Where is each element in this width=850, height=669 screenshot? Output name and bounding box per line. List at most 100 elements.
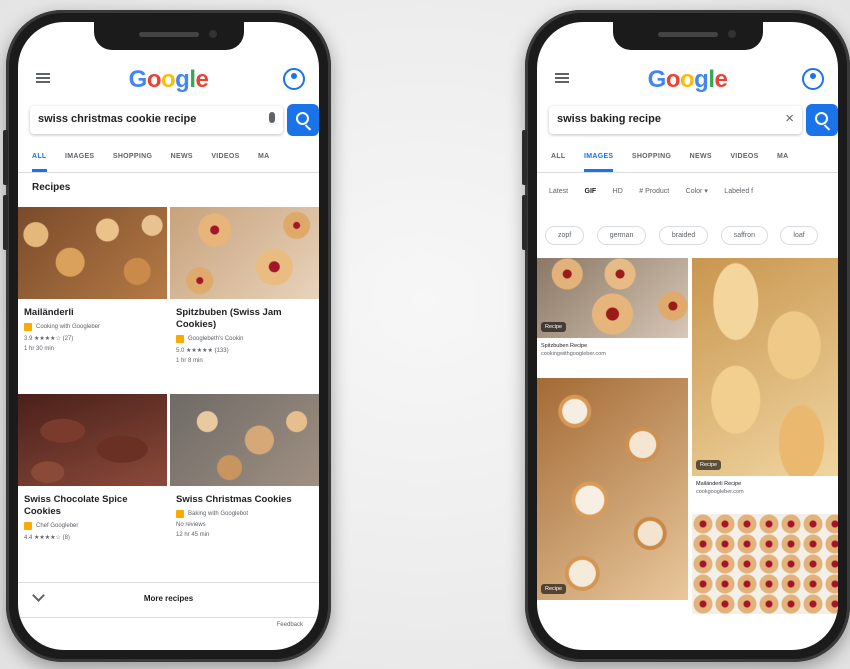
tool-gif[interactable]: GIF [585,179,597,195]
image-result[interactable] [692,514,838,614]
recipe-card[interactable]: Mailänderli Cooking with Googleber 3.9 ★… [18,207,167,356]
recipe-source: Baking with Googlebot [176,510,313,518]
caption-title: Mailänderli Recipe [696,481,742,487]
tab-shopping[interactable]: SHOPPING [113,144,152,172]
recipe-image [170,394,319,486]
source-favicon-icon [24,522,32,530]
tab-images[interactable]: IMAGES [583,144,614,172]
recipe-source: Chef Googleber [24,522,161,530]
tab-maps[interactable]: MA [777,144,789,172]
logo-letter: o [160,66,176,93]
recipe-title: Swiss Chocolate Spice Cookies [24,494,128,517]
tab-all[interactable]: ALL [32,144,47,172]
image-caption: Spitzbuben Recipe cookingwithgoogleber.c… [541,342,606,358]
search-button[interactable] [806,104,838,136]
logo-letter: e [714,66,728,93]
source-favicon-icon [176,335,184,343]
image-result[interactable]: Recipe [537,258,688,338]
recipe-source-label: Cooking with Googleber [36,324,101,330]
logo-letter: o [679,66,695,93]
chip-german[interactable]: german [596,226,647,245]
recipe-badge: Recipe [696,460,722,470]
volume-button [522,195,527,250]
recipe-source-label: Googlebeth's Cookin [188,336,244,342]
recipe-time: 1 hr 30 min [24,346,55,352]
image-result[interactable]: Recipe [692,258,838,476]
volume-button [3,195,8,250]
caption-title: Spitzbuben Recipe [541,343,588,349]
tool-product[interactable]: # Product [639,179,669,195]
recipe-image [18,207,167,299]
search-tabs: ALL IMAGES SHOPPING NEWS VIDEOS MA [18,144,319,173]
notch [612,22,763,50]
recipe-title: Mailänderli [24,307,74,318]
tool-labeled[interactable]: Labeled f [724,179,753,195]
clear-icon[interactable]: × [785,110,794,127]
tab-images[interactable]: IMAGES [65,144,94,172]
more-recipes-button[interactable]: More recipes [18,582,319,618]
account-avatar-icon[interactable] [283,68,305,90]
tab-shopping[interactable]: SHOPPING [632,144,671,172]
logo-letter: e [195,66,209,93]
search-tabs: ALL IMAGES SHOPPING NEWS VIDEOS MA [537,144,838,173]
feedback-link[interactable]: Feedback [277,622,303,628]
recipe-time: 12 hr 45 min [176,532,210,538]
recipe-badge: Recipe [541,584,567,594]
recipe-card[interactable]: Swiss Chocolate Spice Cookies Chef Googl… [18,394,167,545]
recipe-badge: Recipe [541,322,567,332]
volume-button [3,130,8,185]
right-phone-frame: Google swiss baking recipe × ALL IMAGES … [522,10,850,662]
more-recipes-label: More recipes [143,594,194,603]
recipe-source-label: Chef Googleber [36,523,79,529]
search-query: swiss baking recipe [557,113,661,125]
recipe-rating: No reviews [176,522,206,528]
search-input[interactable]: swiss christmas cookie recipe [30,106,283,134]
tool-color[interactable]: Color ▾ [686,178,708,195]
tab-news[interactable]: NEWS [171,144,193,172]
recipe-rating: 4.4 ★★★★☆ (8) [24,535,70,541]
recipe-image [18,394,167,486]
image-result[interactable]: Recipe [537,378,688,600]
recipe-image [170,207,319,299]
logo-letter: g [694,66,709,93]
search-query: swiss christmas cookie recipe [38,113,197,125]
top-bar: Google [537,60,838,100]
recipe-source: Cooking with Googleber [24,323,161,331]
logo-letter: g [175,66,190,93]
image-tools-bar: Latest GIF HD # Product Color ▾ Labeled … [537,178,838,204]
left-phone-frame: Google swiss christmas cookie recipe ALL… [3,10,331,662]
recipe-time: 1 hr 8 min [176,358,203,364]
recipe-source-label: Baking with Googlebot [188,511,249,517]
recipe-card[interactable]: Spitzbuben (Swiss Jam Cookies) Googlebet… [170,207,319,368]
source-favicon-icon [176,510,184,518]
tool-hd[interactable]: HD [613,179,623,195]
google-logo[interactable]: Google [18,66,319,94]
chip-zopf[interactable]: zopf [545,226,585,245]
microphone-icon[interactable] [269,112,275,123]
tab-all[interactable]: ALL [551,144,566,172]
tab-videos[interactable]: VIDEOS [730,144,758,172]
recipe-rating: 5.0 ★★★★★ (133) [176,348,229,354]
tab-videos[interactable]: VIDEOS [211,144,239,172]
left-screen: Google swiss christmas cookie recipe ALL… [18,22,319,650]
chip-braided[interactable]: braided [658,226,709,245]
notch [93,22,244,50]
tab-news[interactable]: NEWS [690,144,712,172]
search-row: swiss baking recipe × [549,104,838,136]
logo-letter: G [647,66,667,93]
volume-button [522,130,527,185]
recipe-source: Googlebeth's Cookin [176,335,313,343]
logo-letter: o [146,66,162,93]
recipe-rating: 3.9 ★★★★☆ (27) [24,336,74,342]
tab-maps[interactable]: MA [258,144,270,172]
google-logo[interactable]: Google [537,66,838,94]
chip-loaf[interactable]: loaf [780,226,818,245]
search-row: swiss christmas cookie recipe [30,104,319,136]
recipe-card[interactable]: Swiss Christmas Cookies Baking with Goog… [170,394,319,542]
source-favicon-icon [24,323,32,331]
account-avatar-icon[interactable] [802,68,824,90]
search-input[interactable]: swiss baking recipe × [549,106,802,134]
tool-latest[interactable]: Latest [549,179,568,195]
search-button[interactable] [287,104,319,136]
chip-saffron[interactable]: saffron [720,226,768,245]
